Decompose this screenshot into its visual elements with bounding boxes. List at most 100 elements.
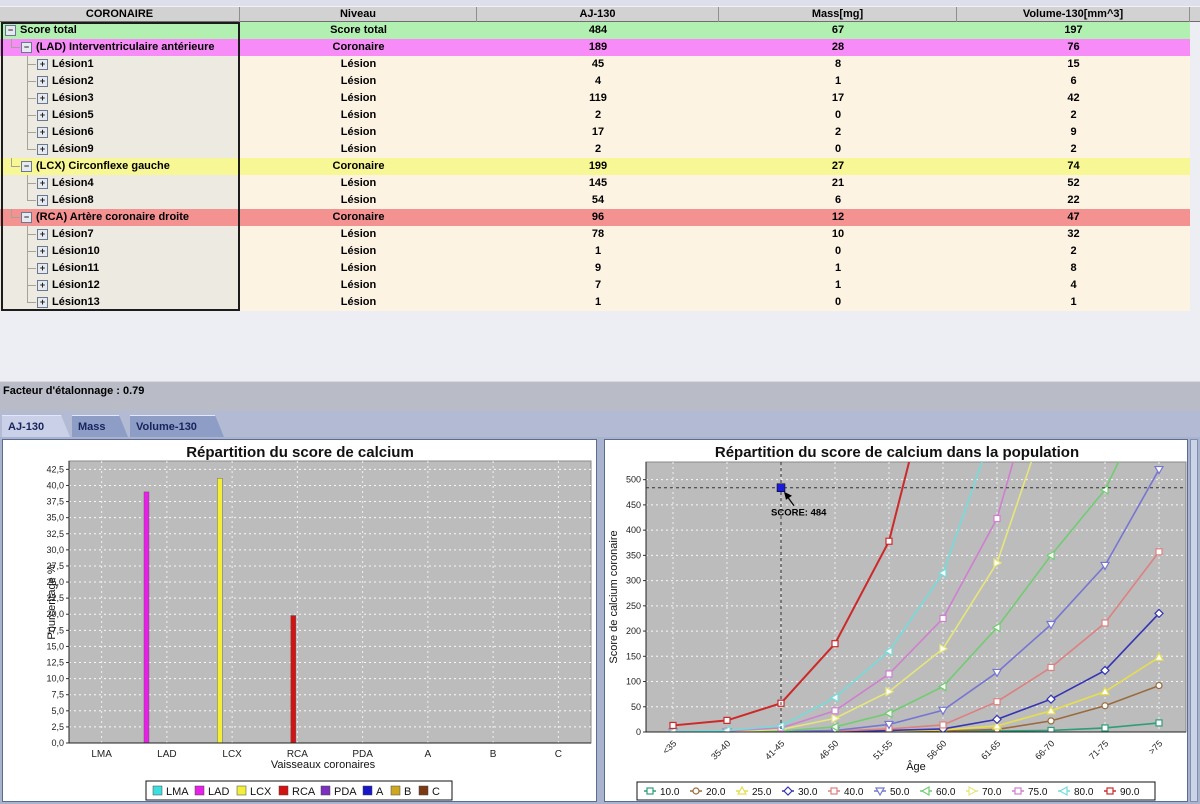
table-row[interactable]: +Lésion3Lésion1191742 — [0, 90, 1190, 107]
expand-toggle-icon[interactable]: + — [37, 178, 48, 189]
mass-cell: 8 — [719, 56, 957, 73]
expand-toggle-icon[interactable]: + — [37, 93, 48, 104]
tree-node-label: (RCA) Artère coronaire droite — [36, 209, 189, 226]
table-row[interactable]: +Lésion12Lésion714 — [0, 277, 1190, 294]
aj130-cell: 119 — [477, 90, 719, 107]
app-window: CORONAIRE Niveau AJ-130 Mass[mg] Volume-… — [0, 0, 1200, 804]
expand-toggle-icon[interactable]: + — [37, 297, 48, 308]
tree-cell-background — [0, 192, 240, 209]
volume-cell: 22 — [957, 192, 1190, 209]
svg-text:LMA: LMA — [166, 786, 189, 798]
svg-text:12,5: 12,5 — [46, 658, 64, 668]
column-header-niveau[interactable]: Niveau — [240, 7, 477, 22]
table-row[interactable]: +Lésion11Lésion918 — [0, 260, 1190, 277]
expand-toggle-icon[interactable]: + — [37, 280, 48, 291]
expand-toggle-icon[interactable]: + — [37, 144, 48, 155]
tree-node-label: Lésion11 — [52, 260, 99, 277]
table-row[interactable]: +Lésion5Lésion202 — [0, 107, 1190, 124]
niveau-cell: Lésion — [240, 192, 477, 209]
tree-node-label: Lésion7 — [52, 226, 94, 243]
tree-node-label: Lésion13 — [52, 294, 100, 311]
expand-toggle-icon[interactable]: + — [37, 110, 48, 121]
svg-text:56-60: 56-60 — [925, 738, 948, 761]
svg-text:SCORE: 484: SCORE: 484 — [771, 508, 827, 519]
svg-text:100: 100 — [626, 677, 641, 687]
volume-cell: 197 — [957, 22, 1190, 39]
collapse-toggle-icon[interactable]: − — [21, 212, 32, 223]
mass-cell: 28 — [719, 39, 957, 56]
svg-text:25.0: 25.0 — [752, 787, 772, 798]
tree-node-label: (LAD) Interventriculaire antérieure — [36, 39, 215, 56]
table-row[interactable]: −(RCA) Artère coronaire droiteCoronaire9… — [0, 209, 1190, 226]
expand-toggle-icon[interactable]: + — [37, 246, 48, 257]
svg-text:71-75: 71-75 — [1087, 738, 1110, 761]
niveau-cell: Lésion — [240, 56, 477, 73]
column-header-aj130[interactable]: AJ-130 — [477, 7, 719, 22]
table-row[interactable]: +Lésion1Lésion45815 — [0, 56, 1190, 73]
tab-mass[interactable]: Mass — [72, 415, 128, 437]
volume-cell: 8 — [957, 260, 1190, 277]
table-row[interactable]: +Lésion9Lésion202 — [0, 141, 1190, 158]
column-header-coronaire[interactable]: CORONAIRE — [0, 7, 240, 22]
mass-cell: 12 — [719, 209, 957, 226]
svg-text:300: 300 — [626, 576, 641, 586]
aj130-cell: 9 — [477, 260, 719, 277]
svg-text:10.0: 10.0 — [660, 787, 680, 798]
collapse-toggle-icon[interactable]: − — [5, 25, 16, 36]
collapse-toggle-icon[interactable]: − — [21, 161, 32, 172]
table-row[interactable]: +Lésion8Lésion54622 — [0, 192, 1190, 209]
svg-text:75.0: 75.0 — [1028, 787, 1048, 798]
svg-text:60.0: 60.0 — [936, 787, 956, 798]
svg-text:42,5: 42,5 — [46, 464, 64, 474]
volume-cell: 2 — [957, 107, 1190, 124]
table-row[interactable]: −Score totalScore total48467197 — [0, 22, 1190, 39]
expand-toggle-icon[interactable]: + — [37, 59, 48, 70]
table-row[interactable]: +Lésion4Lésion1452152 — [0, 175, 1190, 192]
volume-cell: 6 — [957, 73, 1190, 90]
volume-cell: 47 — [957, 209, 1190, 226]
svg-text:400: 400 — [626, 525, 641, 535]
tab-bar: AJ-130MassVolume-130 — [0, 411, 1200, 437]
svg-text:Répartition du score de calciu: Répartition du score de calcium dans la … — [715, 444, 1079, 461]
niveau-cell: Score total — [240, 22, 477, 39]
volume-cell: 42 — [957, 90, 1190, 107]
tree-node-label: Lésion8 — [52, 192, 94, 209]
collapse-toggle-icon[interactable]: − — [21, 42, 32, 53]
aj130-cell: 1 — [477, 294, 719, 311]
svg-text:Pourcentage %: Pourcentage % — [46, 564, 58, 639]
expand-toggle-icon[interactable]: + — [37, 195, 48, 206]
table-body: −Score totalScore total48467197−(LAD) In… — [0, 22, 1200, 381]
mass-cell: 0 — [719, 294, 957, 311]
table-row[interactable]: −(LCX) Circonflexe gaucheCoronaire199277… — [0, 158, 1190, 175]
expand-toggle-icon[interactable]: + — [37, 263, 48, 274]
svg-text:37,5: 37,5 — [46, 497, 64, 507]
tab-aj-130[interactable]: AJ-130 — [2, 415, 70, 437]
tree-node-label: Lésion5 — [52, 107, 94, 124]
svg-text:PDA: PDA — [334, 786, 357, 798]
column-header-filler — [1190, 7, 1200, 22]
mass-cell: 0 — [719, 243, 957, 260]
table-row[interactable]: +Lésion13Lésion101 — [0, 294, 1190, 311]
tree-node-label: Lésion3 — [52, 90, 94, 107]
table-row[interactable]: −(LAD) Interventriculaire antérieureCoro… — [0, 39, 1190, 56]
expand-toggle-icon[interactable]: + — [37, 76, 48, 87]
column-header-volume[interactable]: Volume-130[mm^3] — [957, 7, 1190, 22]
mass-cell: 0 — [719, 141, 957, 158]
table-row[interactable]: +Lésion2Lésion416 — [0, 73, 1190, 90]
svg-text:40,0: 40,0 — [46, 480, 64, 490]
niveau-cell: Coronaire — [240, 158, 477, 175]
expand-toggle-icon[interactable]: + — [37, 127, 48, 138]
table-row[interactable]: +Lésion7Lésion781032 — [0, 226, 1190, 243]
expand-toggle-icon[interactable]: + — [37, 229, 48, 240]
svg-text:0,0: 0,0 — [51, 738, 64, 748]
svg-text:450: 450 — [626, 500, 641, 510]
aj130-cell: 17 — [477, 124, 719, 141]
mass-cell: 1 — [719, 260, 957, 277]
tree-cell-background — [0, 294, 240, 311]
vertical-scrollbar[interactable] — [1190, 439, 1198, 802]
svg-text:C: C — [555, 749, 562, 760]
column-header-mass[interactable]: Mass[mg] — [719, 7, 957, 22]
tab-volume-130[interactable]: Volume-130 — [130, 415, 224, 437]
table-row[interactable]: +Lésion10Lésion102 — [0, 243, 1190, 260]
table-row[interactable]: +Lésion6Lésion1729 — [0, 124, 1190, 141]
